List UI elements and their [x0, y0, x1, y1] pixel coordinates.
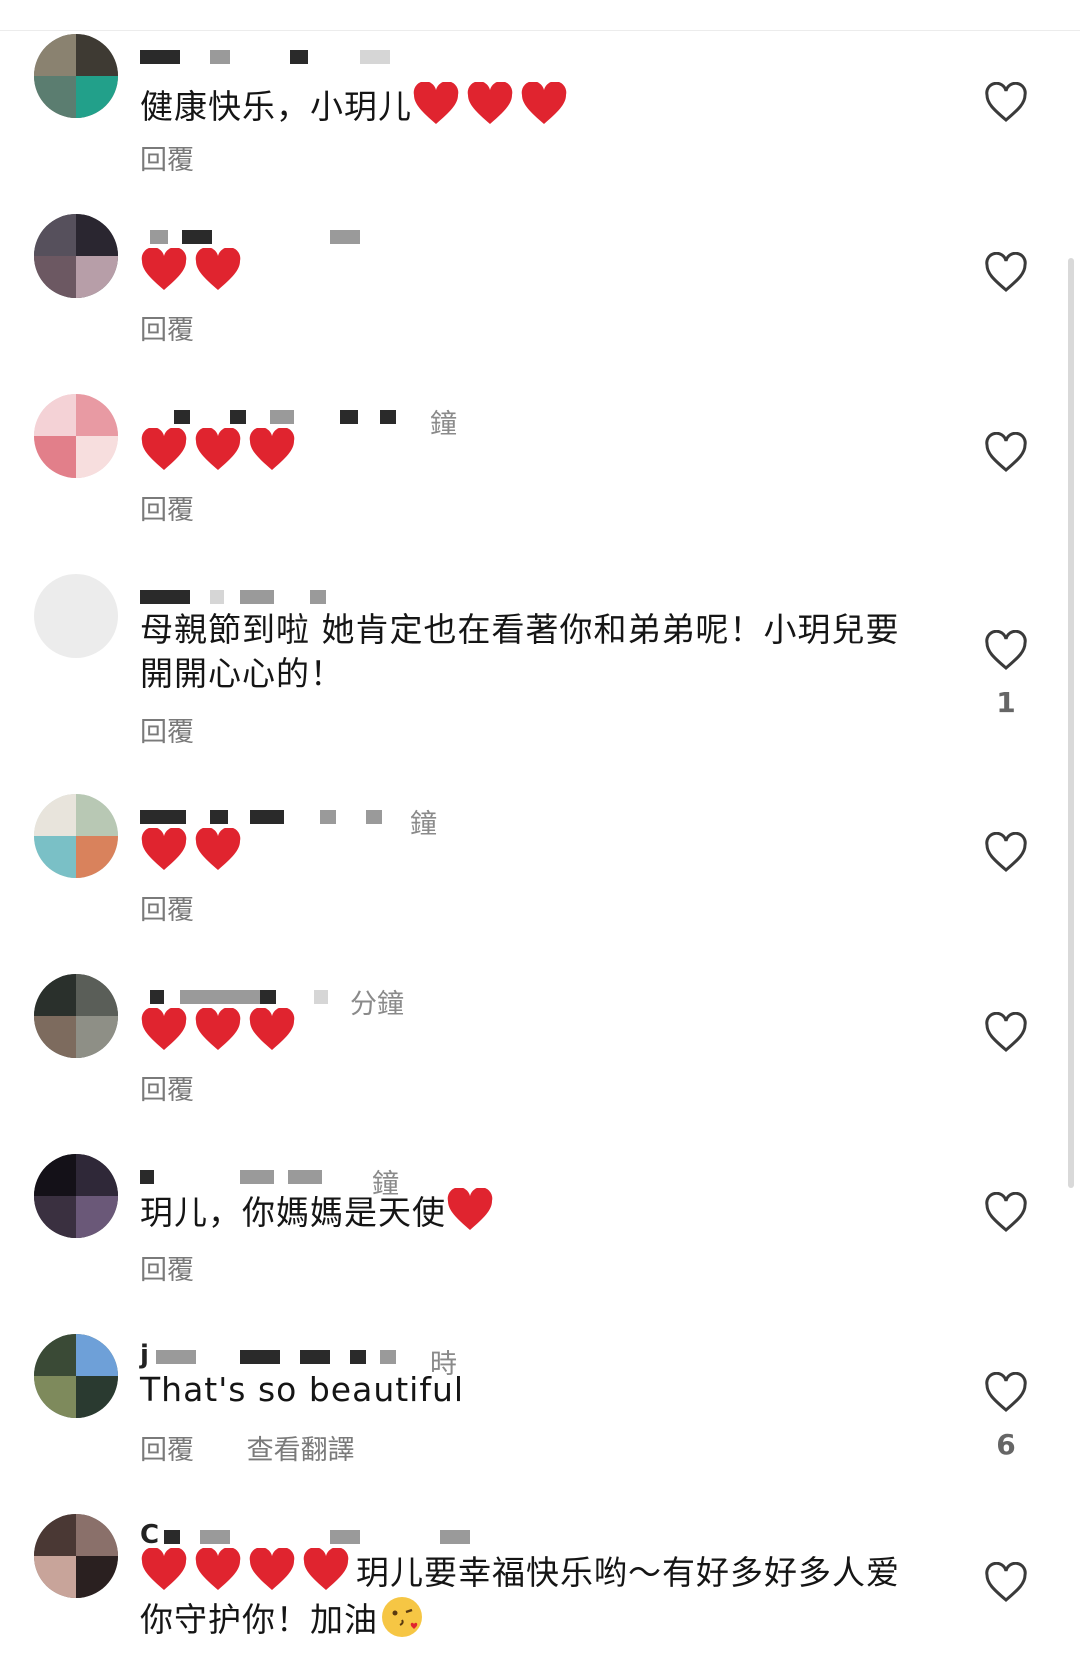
- red-heart-emoji: [195, 1008, 241, 1050]
- comment-text: [140, 1008, 910, 1055]
- comment-text: [140, 248, 910, 295]
- avatar[interactable]: [34, 394, 118, 478]
- heart-outline-icon: [985, 1011, 1027, 1052]
- red-heart-emoji: [413, 82, 459, 124]
- heart-emoji-group: [412, 82, 574, 126]
- red-heart-emoji: [447, 1188, 493, 1230]
- avatar[interactable]: [34, 1154, 118, 1238]
- comment-text: That's so beautiful: [140, 1370, 465, 1409]
- red-heart-emoji: [195, 428, 241, 470]
- avatar[interactable]: [34, 34, 118, 118]
- comment-text: 玥儿要幸福快乐哟～有好多好多人爱你守护你！加油: [140, 1548, 900, 1642]
- reply-button[interactable]: 回覆: [140, 495, 194, 526]
- avatar[interactable]: [34, 214, 118, 298]
- like-button[interactable]: [980, 431, 1032, 478]
- reply-button[interactable]: 回覆: [140, 717, 194, 748]
- red-heart-emoji: [195, 248, 241, 290]
- like-button[interactable]: [980, 251, 1032, 298]
- like-button[interactable]: 6: [980, 1371, 1032, 1461]
- reply-button[interactable]: 回覆: [140, 895, 194, 926]
- reply-button[interactable]: 回覆: [140, 315, 194, 346]
- comment-text: 玥儿，你媽媽是天使: [140, 1188, 910, 1235]
- like-count: 1: [996, 686, 1016, 719]
- red-heart-emoji: [249, 428, 295, 470]
- heart-outline-icon: [985, 81, 1027, 122]
- like-button[interactable]: [980, 831, 1032, 878]
- comment-text: [140, 828, 910, 875]
- avatar[interactable]: [34, 1514, 118, 1598]
- scrollbar[interactable]: [1068, 258, 1074, 1188]
- avatar[interactable]: [34, 794, 118, 878]
- top-divider: [0, 30, 1080, 31]
- red-heart-emoji: [141, 428, 187, 470]
- red-heart-emoji: [467, 82, 513, 124]
- red-heart-emoji: [141, 248, 187, 290]
- comment-text: 母親節到啦 她肯定也在看著你和弟弟呢！小玥兒要開開心心的！: [140, 610, 900, 693]
- reply-button[interactable]: 回覆: [140, 1435, 194, 1466]
- like-count: 6: [996, 1428, 1016, 1461]
- username-redacted[interactable]: [140, 44, 740, 74]
- red-heart-emoji: [521, 82, 567, 124]
- username-initial: C: [140, 1520, 160, 1550]
- avatar[interactable]: [34, 974, 118, 1058]
- like-button[interactable]: [980, 1011, 1032, 1058]
- username-initial: j: [140, 1340, 149, 1370]
- red-heart-emoji: [303, 1548, 349, 1590]
- heart-emoji-group: [446, 1188, 500, 1232]
- red-heart-emoji: [141, 1008, 187, 1050]
- like-button[interactable]: [980, 81, 1032, 128]
- like-button[interactable]: 1: [980, 629, 1032, 719]
- heart-outline-icon: [985, 431, 1027, 472]
- red-heart-emoji: [249, 1008, 295, 1050]
- heart-outline-icon: [985, 1561, 1027, 1602]
- heart-outline-icon: [985, 629, 1027, 670]
- heart-emoji-group: [140, 1548, 356, 1592]
- heart-emoji-group: [140, 428, 302, 472]
- red-heart-emoji: [249, 1548, 295, 1590]
- red-heart-emoji: [141, 828, 187, 870]
- avatar[interactable]: [34, 1334, 118, 1418]
- avatar[interactable]: [34, 574, 118, 658]
- heart-emoji-group: [140, 1008, 302, 1052]
- see-translation-button[interactable]: 查看翻譯: [247, 1435, 355, 1466]
- heart-emoji-group: [140, 828, 248, 872]
- face-blowing-kiss-emoji: [382, 1597, 422, 1637]
- like-button[interactable]: [980, 1191, 1032, 1238]
- comment-text: 健康快乐，小玥儿: [140, 82, 910, 129]
- heart-outline-icon: [985, 1371, 1027, 1412]
- heart-emoji-group: [140, 248, 248, 292]
- red-heart-emoji: [141, 1548, 187, 1590]
- reply-button[interactable]: 回覆: [140, 1255, 194, 1286]
- comment-text: [140, 428, 910, 475]
- heart-outline-icon: [985, 251, 1027, 292]
- heart-outline-icon: [985, 1191, 1027, 1232]
- red-heart-emoji: [195, 1548, 241, 1590]
- reply-button[interactable]: 回覆: [140, 1075, 194, 1106]
- like-button[interactable]: [980, 1561, 1032, 1608]
- red-heart-emoji: [195, 828, 241, 870]
- reply-button[interactable]: 回覆: [140, 145, 194, 176]
- heart-outline-icon: [985, 831, 1027, 872]
